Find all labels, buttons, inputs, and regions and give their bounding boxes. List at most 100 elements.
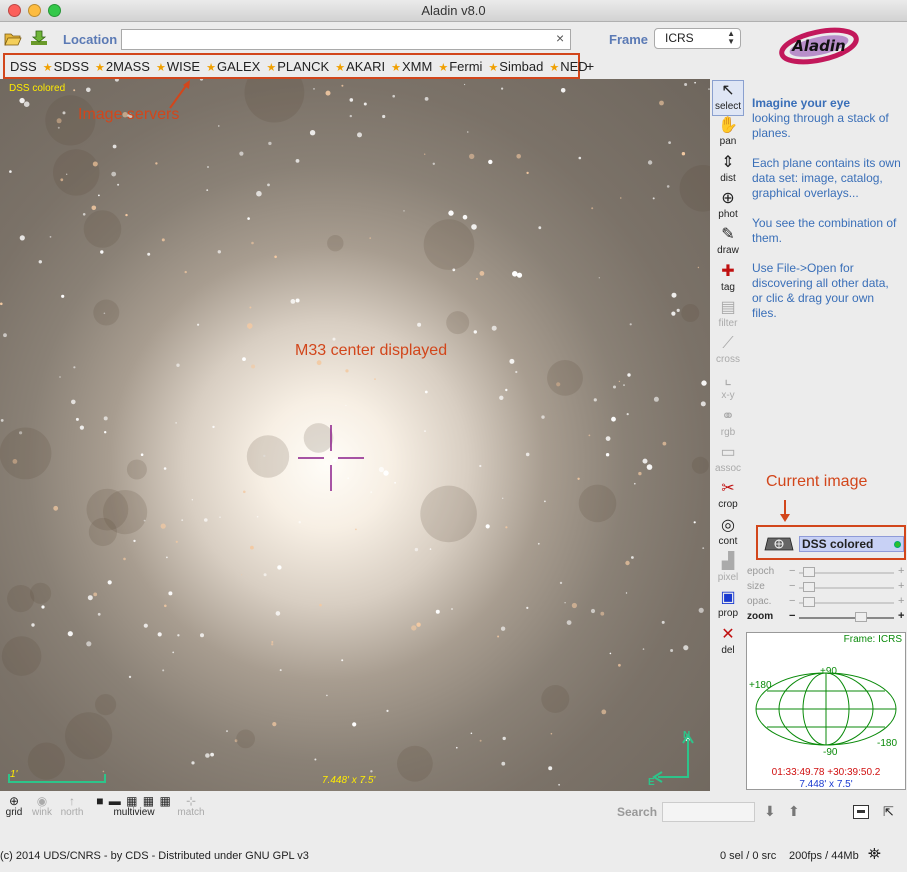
title-bar: Aladin v8.0: [0, 0, 907, 22]
search-up-icon[interactable]: ⬆: [788, 803, 800, 820]
server-akari[interactable]: ★AKARI: [335, 59, 385, 74]
server-xmm[interactable]: ★XMM: [391, 59, 432, 74]
server-label: AKARI: [346, 58, 386, 74]
plane-status-dot: [894, 541, 901, 548]
wink-button[interactable]: ◉ wink: [25, 795, 59, 818]
image-view[interactable]: DSS colored Image servers M33 center dis…: [0, 79, 710, 791]
server-planck[interactable]: ★PLANCK: [266, 59, 329, 74]
tool-select[interactable]: ↖ select: [712, 80, 744, 116]
annotation-arrow-down: [780, 500, 790, 522]
server-label: WISE: [166, 58, 201, 74]
folder-open-icon[interactable]: [4, 31, 22, 47]
tool-label: rgb: [720, 426, 736, 438]
help-text-1: looking through a stack of planes.: [752, 111, 889, 140]
aladin-window: Aladin v8.0 Location × Frame ICRS ▲ ▼ Ala…: [0, 0, 907, 872]
slider-knob: [803, 597, 816, 607]
plus-icon[interactable]: +: [898, 610, 904, 622]
tool-label: draw: [717, 245, 739, 257]
tool-pan[interactable]: ✋ pan: [712, 116, 744, 152]
server-fermi[interactable]: ★Fermi: [438, 59, 482, 74]
tool-cont[interactable]: ◎ cont: [712, 516, 744, 552]
tool-assoc[interactable]: ▭ assoc: [712, 443, 744, 479]
slider-knob[interactable]: [855, 612, 868, 622]
slider-knob: [803, 567, 816, 577]
aladin-logo: Aladin: [779, 27, 859, 65]
slider-size: size − +: [747, 580, 907, 595]
assoc-icon: ▭: [720, 444, 736, 461]
server-label: SDSS: [53, 58, 90, 74]
server-2mass[interactable]: ★2MASS: [95, 59, 150, 74]
tool-dist[interactable]: ⇕ dist: [712, 153, 744, 189]
minus-icon: −: [789, 580, 796, 592]
add-server-button[interactable]: +: [586, 58, 594, 74]
minimize-window-button[interactable]: [28, 4, 41, 17]
hand-icon: ✋: [718, 117, 738, 135]
current-image-annotation: Current image: [766, 473, 868, 490]
plus-icon: +: [898, 595, 905, 607]
window-mode-icon[interactable]: [853, 805, 869, 819]
frame-select[interactable]: ICRS ▲ ▼: [654, 28, 741, 49]
tool-draw[interactable]: ✎ draw: [712, 225, 744, 261]
server-dss[interactable]: DSS: [10, 59, 37, 74]
server-galex[interactable]: ★GALEX: [206, 59, 260, 74]
download-icon[interactable]: [30, 30, 48, 46]
scale-label: 1': [10, 769, 18, 780]
tool-xy[interactable]: ⌞ x-y: [712, 370, 744, 406]
star-icon: ★: [42, 61, 53, 74]
server-wise[interactable]: ★WISE: [156, 59, 200, 74]
server-sdss[interactable]: ★SDSS: [43, 59, 89, 74]
location-input[interactable]: [121, 29, 571, 50]
match-label: match: [177, 807, 205, 818]
tool-cross[interactable]: ⟋ cross: [712, 334, 744, 370]
current-plane[interactable]: DSS colored: [799, 536, 904, 552]
tool-rgb[interactable]: ⚭ rgb: [712, 407, 744, 443]
compass-north-label: N: [683, 730, 691, 741]
tool-filter[interactable]: ▤ filter: [712, 298, 744, 334]
server-label: GALEX: [216, 58, 261, 74]
tool-tag[interactable]: ✚ tag: [712, 262, 744, 298]
performance-info: 200fps / 44Mb: [789, 850, 859, 862]
help-text-4: Use File->Open for discovering all other…: [752, 261, 889, 320]
tool-label: pixel: [717, 571, 739, 583]
zoom-window-button[interactable]: [48, 4, 61, 17]
multiview-button[interactable]: ■ ▬ ▦ ▦ ▦ multiview: [92, 795, 176, 818]
slider-zoom[interactable]: zoom − +: [747, 610, 907, 625]
compass-icon: [652, 733, 694, 783]
arrow-cursor-icon: ↖: [721, 82, 735, 99]
star-icon: ★: [95, 61, 105, 74]
close-window-button[interactable]: [8, 4, 21, 17]
north-label: north: [60, 807, 84, 818]
slider-epoch: epoch − +: [747, 565, 907, 580]
status-bar: (c) 2014 UDS/CNRS - by CDS - Distributed…: [0, 846, 907, 872]
clear-location-icon[interactable]: ×: [556, 30, 564, 46]
plus-icon: +: [898, 580, 905, 592]
slider-opac: opac. − +: [747, 595, 907, 610]
tool-prop[interactable]: ▣ prop: [712, 588, 744, 624]
telescope-icon[interactable]: ⛯: [868, 846, 881, 864]
frame-select-value: ICRS: [665, 31, 694, 45]
tool-label: crop: [718, 499, 738, 511]
selection-count: 0 sel / 0 src: [720, 850, 777, 862]
search-down-icon[interactable]: ⬇: [764, 803, 776, 820]
star-icon: ★: [335, 61, 346, 74]
match-button[interactable]: ⊹ match: [174, 795, 208, 818]
search-input[interactable]: [662, 802, 755, 822]
north-button[interactable]: ↑ north: [55, 795, 89, 818]
plus-icon: +: [898, 565, 905, 577]
tool-phot[interactable]: ⊕ phot: [712, 189, 744, 225]
tool-crop[interactable]: ✂ crop: [712, 479, 744, 515]
tool-del[interactable]: ✕ del: [712, 625, 744, 661]
logo-text: Aladin: [791, 37, 845, 55]
xy-plot-icon: ⌞: [724, 371, 732, 389]
tool-label: tag: [721, 281, 735, 293]
server-label: Simbad: [499, 58, 544, 74]
image-plane-icon[interactable]: [764, 537, 794, 551]
sky-minimap[interactable]: Frame: ICRS +90 -90 +180 -180 01:33:49.7…: [746, 632, 906, 790]
external-window-icon[interactable]: ⇱: [883, 804, 894, 820]
tool-pixel[interactable]: ▟ pixel: [712, 552, 744, 588]
pencil-icon: ✎: [721, 226, 735, 244]
server-simbad[interactable]: ★Simbad: [488, 59, 543, 74]
help-title: Imagine your eye: [752, 96, 851, 110]
minus-icon[interactable]: −: [789, 610, 795, 622]
server-ned[interactable]: ★NED: [549, 59, 587, 74]
